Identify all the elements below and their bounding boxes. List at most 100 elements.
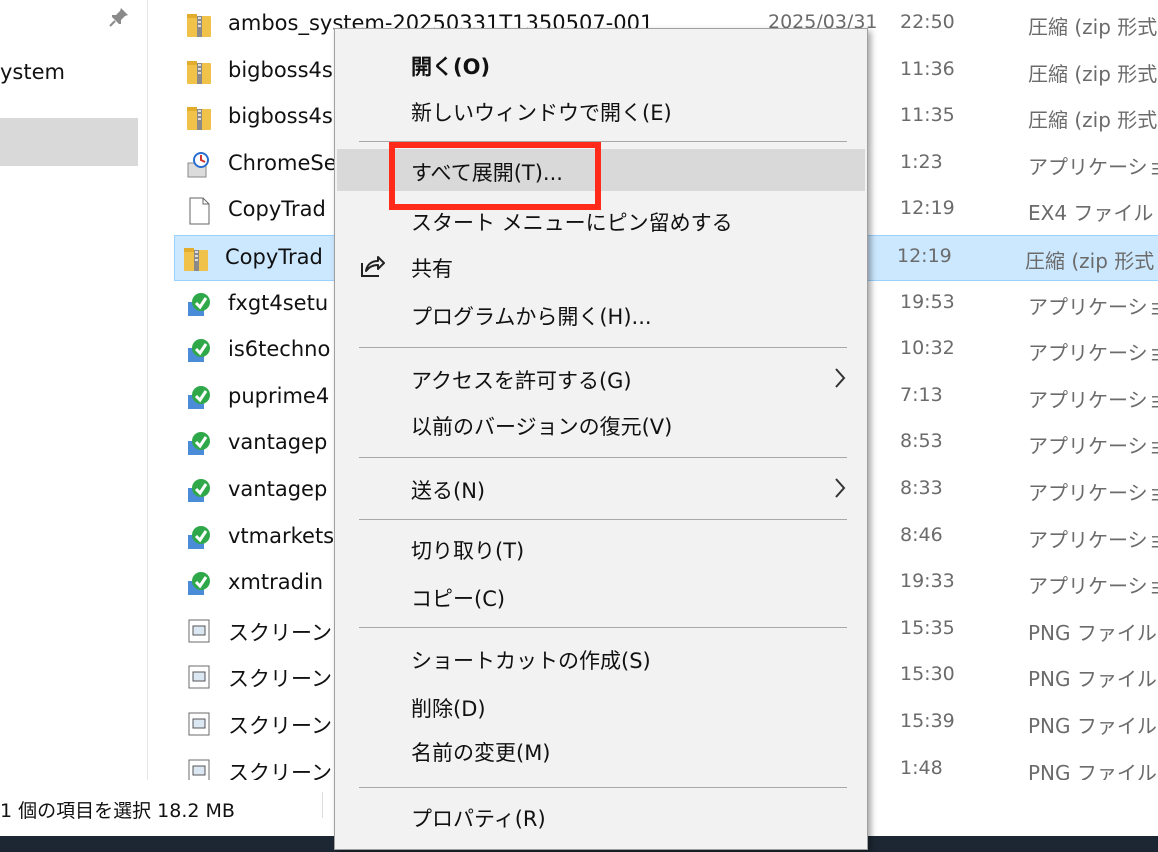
zip-folder-icon [184, 248, 208, 271]
mt4-setup-icon [188, 479, 210, 502]
menu-item[interactable]: アクセスを許可する(G) [337, 357, 865, 399]
menu-item-label: 削除(D) [411, 697, 486, 721]
file-time: 10:32 [900, 337, 955, 360]
menu-separator [359, 787, 847, 788]
file-time: 19:33 [900, 570, 955, 593]
menu-item[interactable]: 削除(D) [337, 685, 865, 727]
file-type: アプリケーション [1028, 294, 1158, 319]
file-type: 圧縮 (zip 形式 [1028, 15, 1158, 39]
file-time: 1:48 [900, 756, 943, 779]
file-time: 1:23 [900, 150, 943, 173]
file-name: vtmarkets [228, 523, 335, 548]
png-file-icon [188, 619, 210, 643]
file-time: 8:53 [900, 430, 943, 453]
mt4-setup-icon [188, 339, 210, 363]
file-time: 15:39 [900, 710, 955, 732]
menu-item[interactable]: コピー(C) [337, 575, 865, 617]
nav-item-selected[interactable] [0, 118, 138, 166]
annotation-highlight-box [389, 142, 601, 210]
mt4-setup-icon [188, 432, 210, 456]
menu-item-label: プログラムから開く(H)... [411, 305, 652, 329]
menu-item[interactable]: 新しいウィンドウで開く(E) [337, 89, 865, 131]
share-icon [361, 256, 385, 277]
file-type: アプリケーション [1028, 154, 1158, 179]
pin-icon[interactable] [108, 6, 130, 28]
file-type: アプリケーション [1028, 574, 1158, 599]
menu-item[interactable]: プログラムから開く(H)... [337, 293, 865, 335]
menu-separator [359, 457, 847, 458]
file-type: アプリケーション [1028, 481, 1158, 505]
chevron-right-icon [835, 478, 846, 498]
file-type: アプリケーション [1028, 527, 1158, 552]
file-name: ChromeSe [228, 150, 337, 175]
file-type: アプリケーション [1028, 434, 1158, 459]
file-type: EX4 ファイル [1028, 201, 1154, 226]
menu-item-label: コピー(C) [411, 587, 506, 611]
file-time: 11:35 [900, 104, 955, 127]
menu-item[interactable]: 送る(N) [337, 467, 865, 509]
menu-separator [359, 627, 847, 628]
file-name: vantagep [228, 477, 328, 501]
file-type: アプリケーション [1028, 341, 1158, 366]
menu-item-label: 新しいウィンドウで開く(E) [411, 101, 672, 125]
selection-status-text: 1 個の項目を選択 18.2 MB [0, 800, 235, 822]
blank-file-icon [189, 197, 210, 225]
file-time: 19:53 [900, 290, 955, 313]
menu-item-label: 送る(N) [411, 479, 486, 503]
chevron-right-icon [835, 368, 846, 388]
installer-icon [187, 151, 209, 178]
file-name: CopyTrad [225, 245, 323, 269]
file-name: CopyTrad [228, 197, 326, 222]
navigation-pane: ystem [0, 0, 150, 780]
mt4-setup-icon [188, 572, 210, 596]
png-file-icon [188, 712, 210, 736]
file-time: 12:19 [900, 197, 955, 220]
file-type: 圧縮 (zip 形式 [1028, 61, 1158, 86]
file-name: bigboss4s [228, 57, 333, 82]
menu-separator [359, 519, 847, 520]
file-type: 圧縮 (zip 形式 [1025, 249, 1155, 273]
file-name: fxgt4setu [228, 290, 329, 315]
menu-item-label: 切り取り(T) [411, 539, 525, 563]
mt4-setup-icon [188, 292, 210, 316]
file-time: 15:35 [900, 616, 955, 639]
file-time: 12:19 [897, 245, 952, 267]
file-name: vantagep [228, 430, 328, 455]
menu-item-label: スタート メニューにピン留めする [411, 211, 733, 235]
file-type: PNG ファイル [1028, 667, 1157, 692]
menu-item[interactable]: 開く(O) [337, 43, 865, 85]
menu-item-label: 以前のバージョンの復元(V) [411, 415, 673, 439]
menu-item[interactable]: ショートカットの作成(S) [337, 637, 865, 679]
menu-item-label: プロパティ(R) [411, 807, 546, 831]
pane-divider[interactable] [147, 0, 148, 780]
mt4-setup-icon [188, 385, 210, 409]
file-time: 8:46 [900, 523, 943, 546]
file-time: 15:30 [900, 663, 955, 686]
mt4-setup-icon [188, 525, 210, 549]
file-type: PNG ファイル [1028, 620, 1157, 645]
menu-item[interactable]: 共有 [337, 245, 865, 287]
menu-item-label: アクセスを許可する(G) [411, 369, 632, 393]
menu-item[interactable]: 以前のバージョンの復元(V) [337, 403, 865, 445]
menu-item[interactable]: プロパティ(R) [337, 795, 865, 837]
menu-item-label: 開く(O) [411, 55, 491, 79]
file-name: bigboss4s [228, 104, 333, 129]
menu-item-label: 名前の変更(M) [411, 741, 551, 765]
png-file-icon [188, 665, 210, 689]
file-time: 8:33 [900, 477, 943, 499]
menu-item[interactable]: 名前の変更(M) [337, 729, 865, 771]
file-type: アプリケーション [1028, 387, 1158, 412]
zip-folder-icon [187, 107, 211, 131]
file-name: xmtradin [228, 570, 324, 595]
file-time: 22:50 [900, 11, 955, 33]
file-time: 11:36 [900, 57, 955, 80]
file-type: PNG ファイル [1028, 714, 1157, 738]
menu-item-label: 共有 [411, 257, 453, 281]
menu-separator [359, 347, 847, 348]
menu-item[interactable]: 切り取り(T) [337, 527, 865, 569]
nav-item-system-label[interactable]: ystem [0, 60, 65, 84]
file-type: 圧縮 (zip 形式 [1028, 108, 1158, 133]
zip-folder-icon [187, 14, 211, 37]
file-name: is6techno [228, 337, 331, 362]
zip-folder-icon [187, 60, 211, 84]
